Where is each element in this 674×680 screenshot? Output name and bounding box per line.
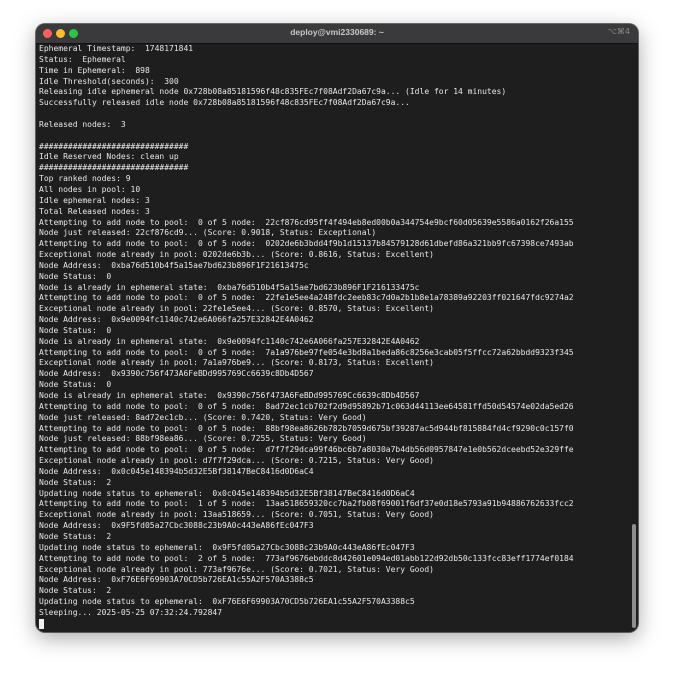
terminal-line: Node just released: 22cf876cd9... (Score… [39,228,377,238]
terminal-line: Time in Ephemeral: 898 [39,65,150,75]
window-shortcut: ⌥⌘4 [607,27,630,36]
terminal-line: Successfully released idle node 0x728b08… [39,98,410,108]
terminal-line: Releasing idle ephemeral node 0x728b08a8… [39,87,507,97]
terminal-line: Node Status: 2 [39,586,112,596]
terminal-line: Attempting to add node to pool: 2 of 5 n… [39,553,574,563]
terminal-line: Node Address: 0x9F5fd05a27Cbc3088c23b9A0… [39,521,314,531]
terminal-line: Exceptional node already in pool: 7a1a97… [39,358,434,368]
terminal-line: Node Address: 0x9e0094fc1140c742e6A066fa… [39,315,314,325]
terminal-line: Node Status: 0 [39,380,112,390]
terminal-line: Node Status: 2 [39,531,112,541]
terminal-line: Attempting to add node to pool: 0 of 5 n… [39,423,574,433]
scrollbar-thumb[interactable] [632,524,636,628]
terminal-line: Exceptional node already in pool: 13aa51… [39,510,434,520]
terminal-line: Ephemeral Timestamp: 1748171841 [39,44,194,53]
terminal-line: Released nodes: 3 [39,119,126,129]
window-title: deploy@vmi2330689: ~ [290,27,384,37]
terminal-line: Exceptional node already in pool: 22fe1e… [39,304,434,314]
terminal-line: Node Address: 0x9390c756f473A6FeBDd99576… [39,369,314,379]
terminal-line: Exceptional node already in pool: 0202de… [39,250,434,260]
terminal-line: Attempting to add node to pool: 0 of 5 n… [39,217,574,227]
terminal-line: Attempting to add node to pool: 1 of 5 n… [39,499,574,509]
terminal-line: Attempting to add node to pool: 0 of 5 n… [39,347,574,357]
terminal-line: Exceptional node already in pool: 773af9… [39,564,434,574]
terminal-line: Updating node status to ephemeral: 0xF76… [39,597,415,607]
terminal-line: Updating node status to ephemeral: 0x9F5… [39,542,415,552]
terminal-line: Node Address: 0xF76E6F69903A70CD5b726EA1… [39,575,314,585]
terminal-line: Status: Ephemeral [39,54,126,64]
terminal-line: Node is already in ephemeral state: 0x9e… [39,336,420,346]
terminal-output[interactable]: Ephemeral Timestamp: 1748171841 Status: E… [39,44,631,632]
terminal-line: Attempting to add node to pool: 0 of 5 n… [39,293,574,303]
terminal-line: Node just released: 88bf98ea86... (Score… [39,434,367,444]
terminal-line: Top ranked nodes: 9 [39,174,131,184]
terminal-line: Node is already in ephemeral state: 0x93… [39,391,420,400]
terminal-line: Node is already in ephemeral state: 0xba… [39,282,420,292]
terminal-line: Attempting to add node to pool: 0 of 5 n… [39,445,574,455]
terminal-line: Sleeping... 2025-05-25 07:32:24.792847 [39,607,223,617]
text-cursor [39,618,44,629]
prompt-line[interactable] [39,618,631,630]
terminal-line: Attempting to add node to pool: 0 of 5 n… [39,239,574,249]
terminal-line: Node Status: 0 [39,271,112,281]
terminal-line: ############################### [39,163,189,173]
terminal-line: Total Released nodes: 3 [39,206,150,216]
terminal-line: Node Status: 0 [39,325,112,335]
terminal-line: All nodes in pool: 10 [39,184,141,194]
terminal-line: Exceptional node already in pool: d7f7f2… [39,456,434,466]
terminal-line: Idle Reserved Nodes: clean up [39,152,179,162]
terminal-line: ############################### [39,141,189,151]
terminal-line: Idle ephemeral nodes: 3 [39,195,150,205]
terminal-line: Node Address: 0x0c045e148394b5d32E5Bf381… [39,466,314,476]
terminal-line: Node Address: 0xba76d510b4f5a15ae7bd623b… [39,260,309,270]
terminal-line: Node Status: 2 [39,477,112,487]
terminal-line: Idle Threshold(seconds): 300 [39,76,179,86]
terminal-line: Updating node status to ephemeral: 0x0c0… [39,488,415,498]
title-bar: deploy@vmi2330689: ~ ⌥⌘4 [36,24,638,44]
terminal-window: deploy@vmi2330689: ~ ⌥⌘4 Ephemeral Times… [36,24,638,632]
terminal-line: Attempting to add node to pool: 0 of 5 n… [39,401,574,411]
terminal-line: Node just released: 8ad72ec1cb... (Score… [39,412,367,422]
